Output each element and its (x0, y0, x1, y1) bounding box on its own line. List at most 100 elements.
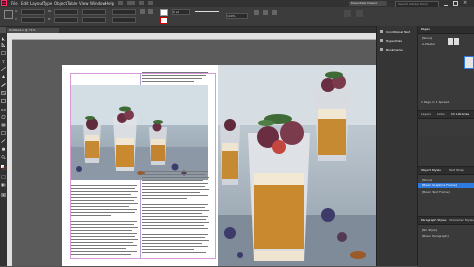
direct-select-icon[interactable] (1, 43, 6, 47)
fx-icon[interactable] (254, 10, 259, 15)
stroke-weight-field[interactable]: 0 pt (172, 9, 190, 15)
master-thumbnail-2[interactable] (454, 38, 459, 45)
type-tool-icon[interactable]: T (1, 59, 6, 63)
panel-hyperlinks[interactable]: Hyperlinks (386, 39, 402, 43)
pencil-tool-icon[interactable] (1, 83, 6, 87)
x-field[interactable] (21, 9, 45, 15)
hyperlinks-icon[interactable] (380, 39, 383, 42)
workspace-switcher[interactable]: Essentials Classic (349, 1, 387, 6)
tools-panel: T (0, 33, 7, 266)
collapsed-panels: Conditional Text Hyperlinks Bookmarks (377, 26, 418, 266)
panel-menu-icon[interactable] (356, 10, 363, 17)
app-logo-icon: Id (1, 0, 7, 6)
hand-tool-icon[interactable] (1, 147, 6, 151)
cc-libraries-tab[interactable]: CC Libraries (451, 112, 469, 116)
apply-color-icon[interactable] (1, 183, 6, 187)
object-style-basic-text[interactable]: [Basic Text Frame] (422, 190, 450, 194)
bookmarks-icon[interactable] (380, 48, 383, 51)
conditional-text-icon[interactable] (380, 30, 383, 33)
rectangle-tool-icon[interactable] (1, 99, 6, 103)
reference-point-icon[interactable] (4, 10, 13, 19)
align-icon[interactable] (272, 10, 277, 15)
menu-type[interactable]: Type (43, 1, 52, 6)
rotate-cw-icon[interactable] (140, 9, 145, 14)
text-frame-column-1[interactable] (71, 185, 140, 259)
selection-tool-icon[interactable] (1, 37, 6, 41)
menu-view[interactable]: View (79, 1, 89, 6)
fill-stroke-swatch[interactable] (1, 165, 6, 170)
free-transform-icon[interactable] (1, 115, 6, 119)
paragraph-styles-panel: Paragraph Styles Character Styles [No St… (418, 216, 474, 267)
menu-table[interactable]: Table (67, 1, 77, 6)
svg-text:T: T (2, 59, 5, 63)
text-frame-column-2[interactable] (142, 71, 210, 259)
x-label: X: (15, 9, 19, 13)
pages-panel: Pages [None] A-Master 1 Page in 1 Spread (418, 26, 474, 110)
text-wrap-tab[interactable]: Text Wrap (449, 168, 464, 172)
line-tool-icon[interactable] (1, 67, 6, 71)
screen-mode-icon[interactable] (148, 1, 153, 5)
rotation-field[interactable] (112, 9, 136, 15)
menu-object[interactable]: Object (54, 1, 67, 6)
zoom-tool-icon[interactable] (1, 155, 6, 159)
flip-icon[interactable] (148, 9, 153, 14)
layers-panel-header: Layers Links CC Libraries (418, 111, 474, 119)
scale-x-field[interactable] (82, 9, 106, 15)
para-style-basic[interactable]: [Basic Paragraph] (422, 234, 449, 238)
scale-y-field[interactable] (82, 17, 106, 23)
stroke-type-line[interactable] (195, 11, 219, 12)
fill-swatch[interactable] (160, 9, 168, 16)
wrap-icon[interactable] (263, 10, 268, 15)
object-style-none[interactable]: [None] (422, 178, 432, 182)
panel-bookmarks[interactable]: Bookmarks (386, 48, 403, 52)
layers-tab[interactable]: Layers (421, 112, 431, 116)
minimize-icon[interactable] (444, 1, 448, 6)
object-styles-tab[interactable]: Object Styles (421, 168, 441, 172)
gradient-tool-icon[interactable] (1, 123, 6, 127)
para-style-no-style[interactable]: [No Style] (422, 228, 437, 232)
master-thumbnail[interactable] (448, 38, 453, 45)
rectangle-frame-icon[interactable] (1, 91, 6, 95)
paragraph-styles-header: Paragraph Styles Character Styles (418, 217, 474, 225)
formatting-affects-icon[interactable] (1, 175, 6, 179)
note-tool-icon[interactable] (1, 131, 6, 135)
h-field[interactable] (54, 17, 78, 23)
maximize-icon[interactable] (453, 1, 458, 6)
object-styles-panel: Object Styles Text Wrap [None] [Basic Gr… (418, 166, 474, 217)
horizontal-ruler[interactable] (7, 33, 376, 40)
character-styles-tab[interactable]: Character Styles (449, 218, 474, 222)
shear-field[interactable] (112, 17, 136, 23)
bridge-icon[interactable] (118, 1, 123, 5)
y-field[interactable] (21, 17, 45, 23)
gap-tool-icon[interactable] (1, 51, 6, 55)
menu-layout[interactable]: Layout (30, 1, 44, 6)
object-style-selected-row[interactable]: [Basic Graphics Frame] (418, 183, 474, 188)
control-panel: X: Y: W: H: 0 pt 100% (0, 7, 474, 27)
paragraph-styles-tab[interactable]: Paragraph Styles (421, 218, 446, 222)
menu-window[interactable]: Window (90, 1, 106, 6)
pages-footer-count: 1 Page in 1 Spread (421, 100, 450, 104)
w-field[interactable] (54, 9, 78, 15)
zoom-field[interactable]: 100% (226, 13, 248, 19)
pages-a-master[interactable]: A-Master (422, 42, 435, 46)
menu-file[interactable]: File (11, 1, 18, 6)
links-tab[interactable]: Links (437, 112, 445, 116)
menu-edit[interactable]: Edit (21, 1, 29, 6)
scissors-tool-icon[interactable] (1, 107, 6, 111)
pen-tool-icon[interactable] (1, 75, 6, 79)
close-icon[interactable]: × (463, 0, 467, 6)
quick-apply-icon[interactable] (344, 10, 351, 17)
y-label: Y: (15, 17, 18, 21)
pages-none-master[interactable]: [None] (422, 36, 432, 40)
zoom-level-menu[interactable] (127, 1, 135, 5)
image-frame-large[interactable] (218, 65, 376, 266)
stroke-swatch[interactable] (160, 17, 168, 24)
pages-tab[interactable]: Pages (421, 27, 430, 31)
panel-conditional-text[interactable]: Conditional Text (386, 30, 410, 34)
eyedropper-icon[interactable] (1, 139, 6, 143)
document-page[interactable] (62, 65, 376, 266)
view-options-icon[interactable] (139, 1, 144, 5)
screen-mode-icon[interactable] (1, 193, 6, 197)
menu-help[interactable]: Help (105, 1, 114, 6)
page-thumbnail[interactable] (464, 56, 474, 69)
